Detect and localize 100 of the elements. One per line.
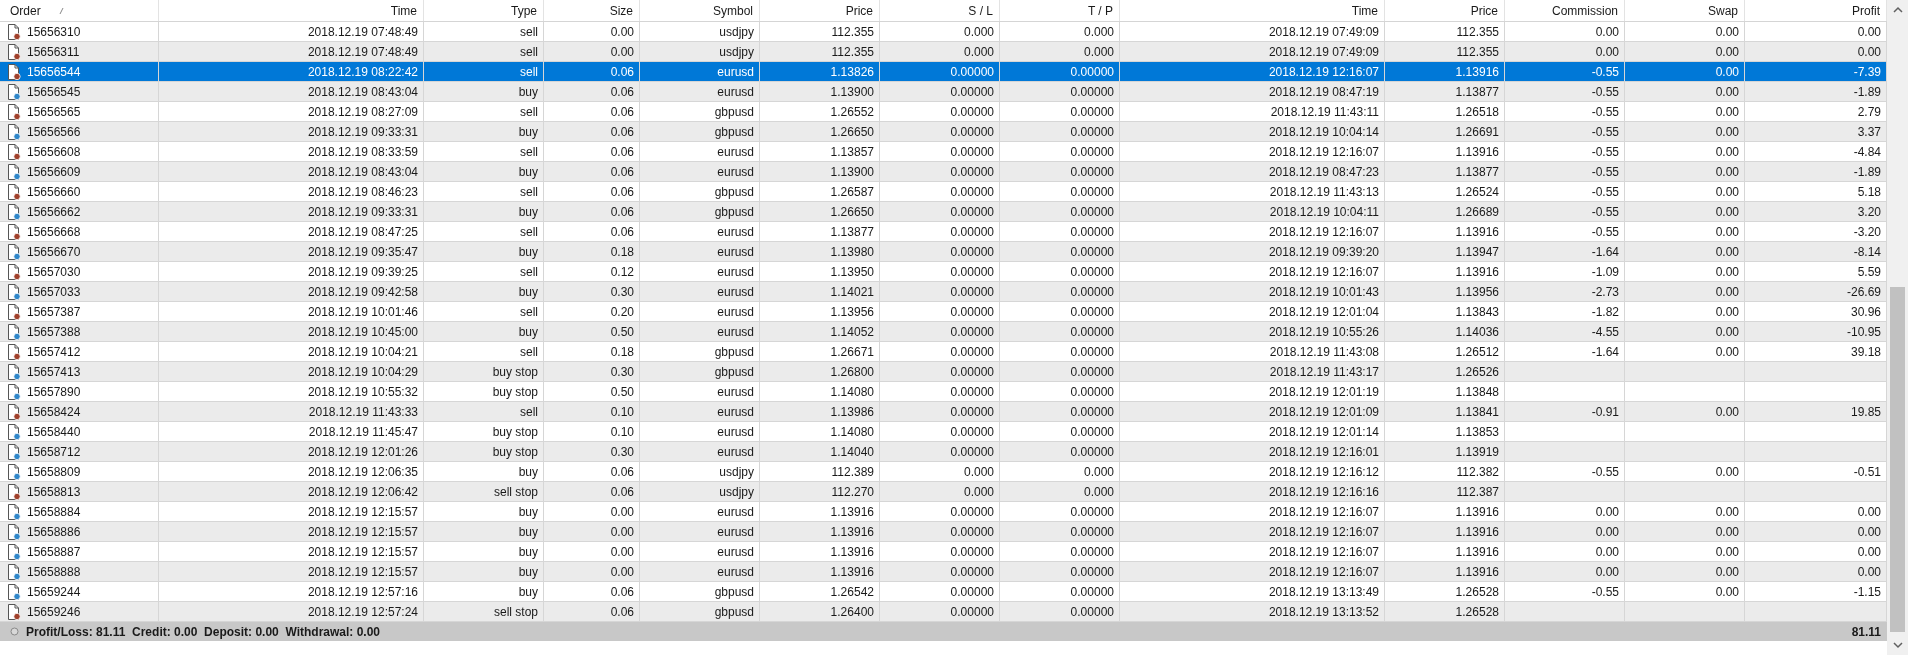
table-cell: eurusd [640, 502, 760, 521]
table-cell: 0.00000 [1000, 122, 1120, 141]
table-cell: 0.000 [880, 42, 1000, 61]
table-cell: 0.12 [544, 262, 640, 281]
table-cell: 0.00 [544, 22, 640, 41]
table-cell: 0.00 [1505, 522, 1625, 541]
table-row[interactable]: 15656544 2018.12.19 08:22:42 sell 0.06 eurusd 1.13826 0.00000 0.00000 2018.12.19 12:16:07 1.13916 -0.55 0.00 -7.39 [0, 62, 1887, 82]
table-cell: sell [424, 302, 544, 321]
table-cell: 2018.12.19 12:15:57 [159, 522, 424, 541]
table-cell: -0.55 [1505, 102, 1625, 121]
table-cell: 0.06 [544, 182, 640, 201]
table-cell: -0.55 [1505, 162, 1625, 181]
table-cell: 0.00000 [1000, 342, 1120, 361]
table-cell: 0.00 [1625, 462, 1745, 481]
table-cell: 0.06 [544, 482, 640, 501]
table-cell: sell stop [424, 602, 544, 621]
table-cell: 2018.12.19 10:04:14 [1120, 122, 1385, 141]
table-cell: 0.00000 [1000, 162, 1120, 181]
table-cell: -0.55 [1505, 122, 1625, 141]
table-row[interactable]: 15658424 2018.12.19 11:43:33 sell 0.10 eurusd 1.13986 0.00000 0.00000 2018.12.19 12:01:09 1.13841 -0.91 0.00 19.85 [0, 402, 1887, 422]
table-row[interactable]: 15656545 2018.12.19 08:43:04 buy 0.06 eurusd 1.13900 0.00000 0.00000 2018.12.19 08:47:19 1.13877 -0.55 0.00 -1.89 [0, 82, 1887, 102]
order-number: 15656310 [27, 23, 81, 41]
table-row[interactable]: 15657413 2018.12.19 10:04:29 buy stop 0.30 gbpusd 1.26800 0.00000 0.00000 2018.12.19 11:43:17 1.26526 [0, 362, 1887, 382]
table-cell: 0.00000 [880, 362, 1000, 381]
order-number: 15658712 [27, 443, 81, 461]
order-number: 15658888 [27, 563, 81, 581]
table-cell: buy [424, 162, 544, 181]
table-cell: 0.06 [544, 222, 640, 241]
table-cell: 2018.12.19 09:39:20 [1120, 242, 1385, 261]
table-row[interactable]: 15656670 2018.12.19 09:35:47 buy 0.18 eurusd 1.13980 0.00000 0.00000 2018.12.19 09:39:20 1.13947 -1.64 0.00 -8.14 [0, 242, 1887, 262]
table-cell: 2018.12.19 09:35:47 [159, 242, 424, 261]
circle-icon [10, 627, 19, 636]
table-cell: 0.00 [1625, 22, 1745, 41]
table-cell: 0.10 [544, 422, 640, 441]
scrollbar[interactable] [1887, 0, 1908, 655]
table-cell: 2018.12.19 12:01:26 [159, 442, 424, 461]
table-row[interactable]: 15656566 2018.12.19 09:33:31 buy 0.06 gbpusd 1.26650 0.00000 0.00000 2018.12.19 10:04:14 1.26691 -0.55 0.00 3.37 [0, 122, 1887, 142]
table-cell: 0.00 [1625, 542, 1745, 561]
table-cell: 1.26552 [760, 102, 880, 121]
table-cell: 2018.12.19 10:55:26 [1120, 322, 1385, 341]
table-cell: buy [424, 282, 544, 301]
table-cell: 1.26650 [760, 122, 880, 141]
order-number: 15656670 [27, 243, 81, 261]
order-number: 15656544 [27, 63, 81, 81]
table-cell: 1.13857 [760, 142, 880, 161]
table-row[interactable]: 15657388 2018.12.19 10:45:00 buy 0.50 eurusd 1.14052 0.00000 0.00000 2018.12.19 10:55:26 1.14036 -4.55 0.00 -10.95 [0, 322, 1887, 342]
table-cell: 0.00000 [1000, 522, 1120, 541]
table-row[interactable]: 15658813 2018.12.19 12:06:42 sell stop 0.06 usdjpy 112.270 0.000 0.000 2018.12.19 12:16:16 112.387 [0, 482, 1887, 502]
table-cell: 2018.12.19 09:42:58 [159, 282, 424, 301]
table-cell: 2018.12.19 07:49:09 [1120, 22, 1385, 41]
table-cell: 1.26587 [760, 182, 880, 201]
table-cell: 112.270 [760, 482, 880, 501]
table-cell: gbpusd [640, 342, 760, 361]
scrollbar-thumb[interactable] [1890, 287, 1905, 632]
table-cell: 0.00000 [1000, 282, 1120, 301]
table-cell: 0.00000 [1000, 62, 1120, 81]
table-cell: 2018.12.19 09:33:31 [159, 202, 424, 221]
table-cell: 0.00 [1625, 82, 1745, 101]
table-cell: 0.00 [1625, 342, 1745, 361]
table-cell: 0.00000 [1000, 442, 1120, 461]
table-row[interactable]: 15657033 2018.12.19 09:42:58 buy 0.30 eurusd 1.14021 0.00000 0.00000 2018.12.19 10:01:43 1.13956 -2.73 0.00 -26.69 [0, 282, 1887, 302]
table-cell: 1.13916 [1385, 142, 1505, 161]
table-cell: 0.00000 [1000, 542, 1120, 561]
table-cell: buy [424, 582, 544, 601]
table-cell: 0.06 [544, 582, 640, 601]
table-cell: 0.000 [880, 482, 1000, 501]
table-cell: 2018.12.19 08:46:23 [159, 182, 424, 201]
table-row[interactable]: 15658712 2018.12.19 12:01:26 buy stop 0.30 eurusd 1.14040 0.00000 0.00000 2018.12.19 12:16:01 1.13919 [0, 442, 1887, 462]
order-number: 15657413 [27, 363, 81, 381]
table-cell: 0.00000 [880, 62, 1000, 81]
table-cell: 1.26691 [1385, 122, 1505, 141]
table-cell: 2018.12.19 11:45:47 [159, 422, 424, 441]
table-cell: 0.06 [544, 462, 640, 481]
table-cell: 2018.12.19 11:43:11 [1120, 102, 1385, 121]
table-row[interactable]: 15656662 2018.12.19 09:33:31 buy 0.06 gbpusd 1.26650 0.00000 0.00000 2018.12.19 10:04:11 1.26689 -0.55 0.00 3.20 [0, 202, 1887, 222]
table-cell: 2018.12.19 12:16:16 [1120, 482, 1385, 501]
table-row[interactable]: 15658888 2018.12.19 12:15:57 buy 0.00 eurusd 1.13916 0.00000 0.00000 2018.12.19 12:16:07 1.13916 0.00 0.00 0.00 [0, 562, 1887, 582]
table-cell: 1.14040 [760, 442, 880, 461]
order-number: 15657890 [27, 383, 81, 401]
table-cell: 0.00000 [1000, 222, 1120, 241]
table-cell: 1.13848 [1385, 382, 1505, 401]
table-cell: 2018.12.19 10:04:21 [159, 342, 424, 361]
scroll-down-icon[interactable] [1892, 642, 1903, 649]
table-cell: 1.13877 [1385, 162, 1505, 181]
table-cell: 1.13916 [1385, 522, 1505, 541]
table-cell: 112.355 [1385, 22, 1505, 41]
table-cell: 2018.12.19 12:16:01 [1120, 442, 1385, 461]
table-cell: sell [424, 62, 544, 81]
table-row[interactable]: 15659246 2018.12.19 12:57:24 sell stop 0.06 gbpusd 1.26400 0.00000 0.00000 2018.12.19 13:13:52 1.26528 [0, 602, 1887, 622]
table-cell: 0.00000 [880, 262, 1000, 281]
table-cell: 0.18 [544, 242, 640, 261]
table-row[interactable]: 15656311 2018.12.19 07:48:49 sell 0.00 usdjpy 112.355 0.000 0.000 2018.12.19 07:49:09 112.355 0.00 0.00 0.00 [0, 42, 1887, 62]
table-row[interactable]: 15658886 2018.12.19 12:15:57 buy 0.00 eurusd 1.13916 0.00000 0.00000 2018.12.19 12:16:07 1.13916 0.00 0.00 0.00 [0, 522, 1887, 542]
scroll-up-icon[interactable] [1892, 6, 1903, 13]
table-row[interactable]: 15656609 2018.12.19 08:43:04 buy 0.06 eurusd 1.13900 0.00000 0.00000 2018.12.19 08:47:23 1.13877 -0.55 0.00 -1.89 [0, 162, 1887, 182]
table-cell: 1.26518 [1385, 102, 1505, 121]
table-cell: 1.13877 [760, 222, 880, 241]
table-cell: 0.06 [544, 82, 640, 101]
table-cell: 0.50 [544, 322, 640, 341]
table-cell: 0.00000 [880, 82, 1000, 101]
